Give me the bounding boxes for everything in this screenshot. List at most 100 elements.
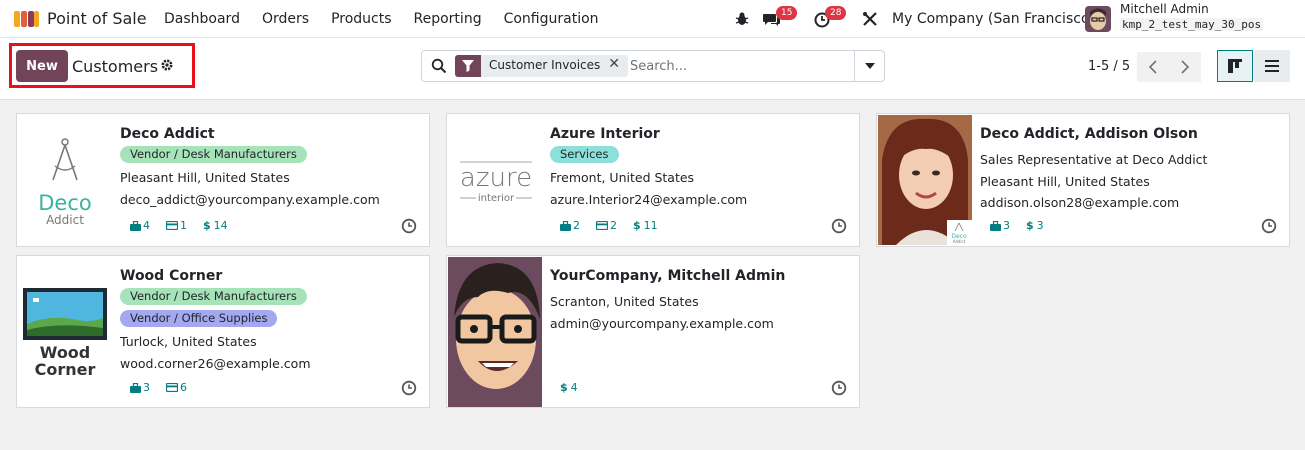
opportunities-stat[interactable]: 3 (130, 381, 150, 394)
list-view-button[interactable] (1254, 50, 1290, 82)
filter-icon (455, 55, 481, 77)
cards-stat[interactable]: 2 (596, 219, 617, 232)
main-menu: Dashboard Orders Products Reporting Conf… (164, 11, 621, 27)
logo-text-line1: azure (460, 163, 532, 193)
customer-name: Wood Corner (120, 268, 223, 284)
money-count: 14 (213, 219, 228, 232)
customer-name: YourCompany, Mitchell Admin (550, 268, 786, 284)
card-stats: 3 6 (130, 381, 203, 394)
tools-icon[interactable] (862, 11, 878, 27)
search-icon[interactable] (431, 58, 447, 74)
dollar-icon: $ (1026, 219, 1034, 232)
facet-label: Customer Invoices (489, 58, 601, 72)
activity-clock-icon[interactable] (1261, 218, 1277, 234)
customer-job-title: Sales Representative at Deco Addict (980, 152, 1208, 167)
user-name[interactable]: Mitchell Admin (1120, 2, 1209, 16)
kanban-icon (1228, 59, 1242, 73)
customer-card[interactable]: azure interior Azure Interior Services F… (446, 113, 860, 247)
company-logo: Deco Addict (18, 115, 112, 245)
logo-text-line2: Addict (46, 213, 84, 227)
pager-value[interactable]: 1-5 / 5 (1088, 59, 1130, 74)
pos-app-icon[interactable] (14, 9, 40, 29)
opportunities-stat[interactable]: 4 (130, 219, 150, 232)
money-stat[interactable]: $ 14 (203, 219, 228, 232)
contact-photo (448, 257, 542, 407)
customer-location: Scranton, United States (550, 294, 699, 309)
customer-name: Deco Addict (120, 126, 215, 142)
caret-down-icon (864, 63, 875, 69)
cards-stat[interactable]: 6 (166, 381, 187, 394)
menu-item-reporting[interactable]: Reporting (414, 11, 482, 27)
chevron-left-icon (1149, 60, 1157, 74)
card-stats: 2 2 $ 11 (560, 219, 674, 232)
customer-card[interactable]: Deco Addict Deco Addict, Addison Olson S… (876, 113, 1290, 247)
activities-count-badge: 28 (825, 6, 847, 20)
customer-name: Azure Interior (550, 126, 660, 142)
money-stat[interactable]: $ 3 (1026, 219, 1044, 232)
company-logo: Wood Corner (18, 257, 112, 407)
card-stats: $ 4 (560, 381, 594, 394)
debug-bug-icon[interactable] (734, 11, 750, 27)
user-avatar-icon (1085, 6, 1111, 32)
opportunities-stat[interactable]: 3 (990, 219, 1010, 232)
card-stats: 3 $ 3 (990, 219, 1060, 232)
search-input[interactable] (630, 55, 850, 77)
credit-card-icon (166, 383, 178, 392)
money-count: 11 (643, 219, 658, 232)
pager-previous-button[interactable] (1137, 52, 1169, 82)
opportunities-count: 3 (1003, 219, 1010, 232)
top-navbar: Point of Sale Dashboard Orders Products … (0, 0, 1305, 38)
pager-next-button[interactable] (1169, 52, 1201, 82)
opportunities-stat[interactable]: 2 (560, 219, 580, 232)
badge-logo-text-line2: Addict (953, 239, 966, 244)
money-count: 4 (570, 381, 578, 394)
database-name: kmp_2_test_may_30_pos (1120, 18, 1264, 31)
facet-remove-icon[interactable]: ✕ (608, 55, 628, 77)
credit-card-icon (166, 221, 178, 230)
menu-item-orders[interactable]: Orders (262, 11, 309, 27)
cards-count: 2 (610, 219, 617, 232)
menu-item-dashboard[interactable]: Dashboard (164, 11, 240, 27)
customer-email: azure.Interior24@example.com (550, 192, 748, 207)
opportunities-count: 3 (143, 381, 150, 394)
gear-icon[interactable] (160, 58, 174, 72)
menu-item-configuration[interactable]: Configuration (504, 11, 599, 27)
activity-clock-icon[interactable] (401, 218, 417, 234)
customer-location: Fremont, United States (550, 170, 695, 185)
logo-text-line1: Deco (38, 191, 91, 215)
money-count: 3 (1036, 219, 1044, 232)
activity-clock-icon[interactable] (401, 380, 417, 396)
category-tag: Vendor / Office Supplies (120, 310, 278, 327)
customer-email: wood.corner26@example.com (120, 356, 311, 371)
money-stat[interactable]: $ 4 (560, 381, 578, 394)
list-icon (1265, 60, 1279, 72)
briefcase-icon (990, 220, 1001, 231)
customer-email: admin@yourcompany.example.com (550, 316, 774, 331)
activity-clock-icon[interactable] (831, 380, 847, 396)
user-avatar[interactable] (1085, 6, 1111, 32)
menu-item-products[interactable]: Products (331, 11, 391, 27)
company-switcher[interactable]: My Company (San Francisco) (892, 11, 1095, 27)
category-tag: Vendor / Desk Manufacturers (120, 146, 307, 163)
search-options-toggle[interactable] (854, 51, 884, 81)
cards-count: 1 (180, 219, 187, 232)
credit-card-icon (596, 221, 608, 230)
activities-button[interactable]: 28 (814, 6, 850, 30)
card-stats: 4 1 $ 14 (130, 219, 244, 232)
customer-card[interactable]: YourCompany, Mitchell Admin Scranton, Un… (446, 255, 860, 408)
messages-count-badge: 15 (776, 6, 798, 20)
dollar-icon: $ (633, 219, 641, 232)
cards-stat[interactable]: 1 (166, 219, 187, 232)
control-panel: New Customers Customer Invoices ✕ 1-5 / … (0, 38, 1305, 100)
activity-clock-icon[interactable] (831, 218, 847, 234)
customer-card[interactable]: Wood Corner Wood Corner Vendor / Desk Ma… (16, 255, 430, 408)
new-button[interactable]: New (16, 50, 68, 82)
cards-count: 6 (180, 381, 187, 394)
app-name[interactable]: Point of Sale (47, 9, 147, 28)
kanban-view-button[interactable] (1217, 50, 1253, 82)
customer-card[interactable]: Deco Addict Deco Addict Vendor / Desk Ma… (16, 113, 430, 247)
messages-button[interactable]: 15 (763, 6, 798, 30)
chevron-right-icon (1181, 60, 1189, 74)
money-stat[interactable]: $ 11 (633, 219, 658, 232)
page-title: Customers (72, 57, 159, 76)
